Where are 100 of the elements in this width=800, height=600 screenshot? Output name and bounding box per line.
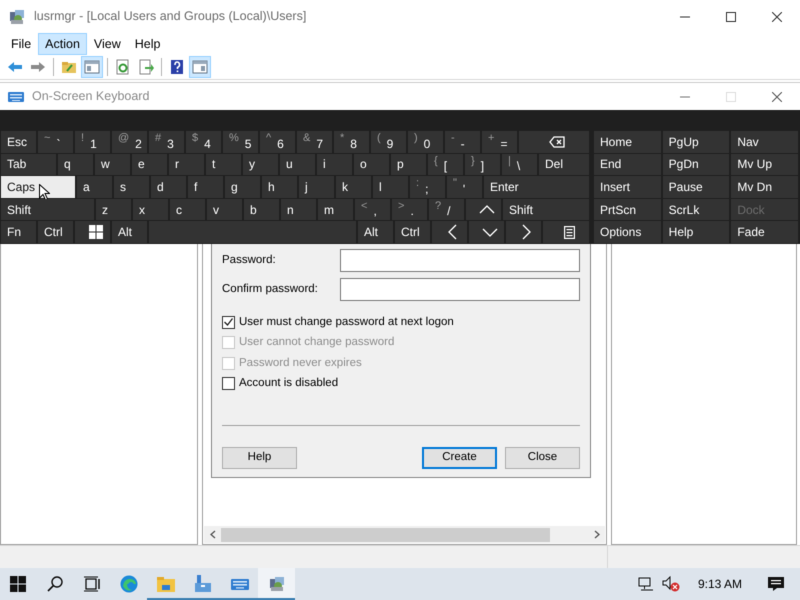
key[interactable]: Help — [662, 221, 730, 243]
key[interactable]: PrtScn — [594, 198, 661, 220]
key[interactable]: o — [354, 154, 389, 176]
key[interactable]: v — [207, 198, 242, 220]
key[interactable]: a — [77, 176, 112, 198]
key[interactable]: ~ ` — [38, 131, 73, 153]
key[interactable]: Caps — [1, 176, 75, 198]
key[interactable]: { [ — [428, 154, 463, 176]
key[interactable]: Alt — [358, 221, 393, 243]
menu-item[interactable]: Action — [38, 33, 87, 55]
notification-icon[interactable] — [768, 576, 784, 592]
key[interactable]: Mv Dn — [731, 176, 798, 198]
key[interactable]: & 7 — [297, 131, 332, 153]
key[interactable]: Esc — [1, 131, 36, 153]
key[interactable]: < , — [355, 198, 390, 220]
key[interactable]: Shift — [503, 198, 589, 220]
key[interactable]: Home — [594, 131, 661, 153]
key[interactable]: h — [262, 176, 297, 198]
key[interactable]: x — [133, 198, 168, 220]
key[interactable]: j — [299, 176, 334, 198]
key[interactable]: e — [132, 154, 167, 176]
key[interactable]: " ' — [447, 176, 482, 198]
key[interactable]: $ 4 — [186, 131, 221, 153]
key[interactable]: q — [58, 154, 93, 176]
key[interactable]: Options — [594, 221, 661, 243]
key[interactable]: ) 0 — [408, 131, 443, 153]
key[interactable]: g — [225, 176, 260, 198]
key[interactable]: Alt — [112, 221, 147, 243]
key[interactable]: Pause — [662, 176, 730, 198]
key[interactable]: @ 2 — [112, 131, 147, 153]
key[interactable]: m — [318, 198, 353, 220]
key[interactable]: # 3 — [149, 131, 184, 153]
key[interactable] — [432, 221, 467, 243]
key[interactable]: d — [151, 176, 186, 198]
key[interactable]: i — [317, 154, 352, 176]
password-field[interactable] — [340, 278, 580, 301]
key[interactable]: ScrLk — [662, 198, 730, 220]
toolbar-button[interactable] — [189, 56, 211, 78]
key[interactable]: Ctrl — [38, 221, 73, 243]
horizontal-scrollbar[interactable] — [204, 526, 605, 543]
key[interactable]: ? / — [429, 198, 464, 220]
key[interactable]: - - — [445, 131, 480, 153]
dialog-button[interactable]: Create — [422, 447, 497, 469]
key[interactable] — [506, 221, 541, 243]
key[interactable]: * 8 — [334, 131, 369, 153]
key[interactable]: l — [373, 176, 408, 198]
key[interactable]: b — [244, 198, 279, 220]
key[interactable] — [466, 198, 501, 220]
menu-item[interactable]: Help — [128, 33, 168, 55]
key[interactable]: Mv Up — [731, 154, 798, 176]
key[interactable]: k — [336, 176, 371, 198]
key[interactable]: Enter — [484, 176, 589, 198]
key[interactable]: % 5 — [223, 131, 258, 153]
key[interactable] — [75, 221, 110, 243]
volume-muted-icon[interactable] — [662, 576, 680, 592]
key[interactable]: r — [169, 154, 204, 176]
toolbar-button[interactable] — [81, 56, 103, 78]
key[interactable]: ( 9 — [371, 131, 406, 153]
key[interactable]: w — [95, 154, 130, 176]
key[interactable]: f — [188, 176, 223, 198]
checkbox[interactable] — [222, 377, 235, 390]
window-title: On-Screen Keyboard — [32, 88, 150, 106]
key[interactable]: Fn — [1, 221, 36, 243]
key[interactable]: u — [280, 154, 315, 176]
key[interactable]: n — [281, 198, 316, 220]
key[interactable]: PgUp — [662, 131, 730, 153]
key[interactable]: ! 1 — [75, 131, 110, 153]
key[interactable]: Ctrl — [395, 221, 430, 243]
key[interactable] — [469, 221, 504, 243]
dialog-button[interactable]: Close — [505, 447, 580, 469]
key[interactable]: ^ 6 — [260, 131, 295, 153]
key[interactable]: } ] — [465, 154, 500, 176]
key[interactable]: p — [391, 154, 426, 176]
key[interactable]: > . — [392, 198, 427, 220]
menu-item[interactable]: View — [86, 33, 128, 55]
dialog-button[interactable]: Help — [222, 447, 297, 469]
key[interactable]: + = — [482, 131, 517, 153]
key[interactable]: Nav — [731, 131, 798, 153]
key[interactable]: t — [206, 154, 241, 176]
key[interactable]: y — [243, 154, 278, 176]
scrollbar-thumb[interactable] — [221, 528, 550, 542]
key[interactable]: End — [594, 154, 661, 176]
key[interactable]: | \ — [502, 154, 537, 176]
key[interactable]: Fade — [731, 221, 798, 243]
key[interactable] — [519, 131, 589, 153]
key[interactable] — [543, 221, 589, 243]
checkbox[interactable] — [222, 316, 235, 329]
key[interactable]: z — [96, 198, 131, 220]
menu-item[interactable]: File — [4, 33, 38, 55]
password-field[interactable] — [340, 249, 580, 272]
key[interactable]: : ; — [410, 176, 445, 198]
key[interactable]: Insert — [594, 176, 661, 198]
key[interactable]: c — [170, 198, 205, 220]
clock[interactable]: 9:13 AM — [688, 575, 752, 593]
key[interactable]: Del — [539, 154, 589, 176]
key[interactable]: PgDn — [662, 154, 730, 176]
key[interactable]: Shift — [1, 198, 94, 220]
key[interactable]: s — [114, 176, 149, 198]
key[interactable]: Tab — [1, 154, 56, 176]
network-icon[interactable] — [638, 577, 654, 591]
